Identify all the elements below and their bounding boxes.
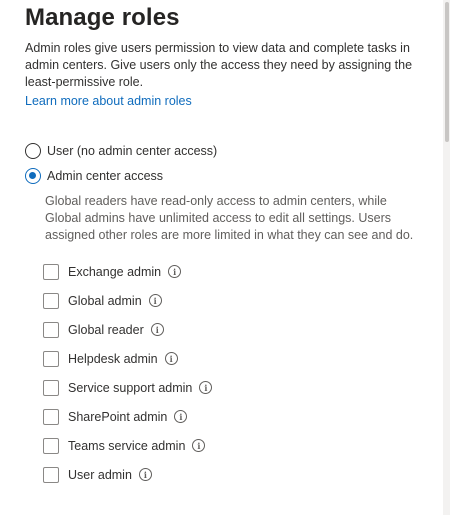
info-icon[interactable]: i [174, 410, 188, 423]
scrollbar[interactable] [443, 0, 450, 515]
role-sharepoint-admin[interactable]: SharePoint admin i [43, 407, 188, 426]
info-icon[interactable]: i [199, 381, 213, 394]
radio-user-no-admin[interactable]: User (no admin center access) [25, 141, 217, 161]
info-icon[interactable]: i [148, 294, 162, 307]
checkbox[interactable] [43, 379, 59, 396]
role-global-admin[interactable]: Global admin i [43, 291, 162, 310]
checkbox[interactable] [43, 466, 59, 483]
info-icon[interactable]: i [192, 439, 206, 452]
radio-label: User (no admin center access) [47, 144, 218, 158]
description-text: Admin roles give users permission to vie… [25, 41, 413, 89]
role-label: Teams service admin [68, 438, 186, 453]
role-label: Exchange admin [68, 264, 162, 279]
radio-button[interactable] [25, 143, 41, 159]
role-label: Helpdesk admin [68, 351, 158, 366]
role-label: SharePoint admin [68, 409, 168, 424]
role-user-admin[interactable]: User admin i [43, 465, 152, 484]
role-teams-service-admin[interactable]: Teams service admin i [43, 436, 206, 455]
checkbox[interactable] [43, 408, 59, 425]
checkbox[interactable] [43, 292, 59, 309]
role-global-reader[interactable]: Global reader i [43, 320, 164, 339]
checkbox[interactable] [43, 263, 59, 280]
roles-help-text: Global readers have read-only access to … [45, 194, 414, 242]
info-icon[interactable]: i [168, 265, 182, 278]
role-label: User admin [68, 467, 132, 482]
checkbox[interactable] [43, 437, 59, 454]
learn-more-link[interactable]: Learn more about admin roles [25, 94, 192, 108]
info-icon[interactable]: i [164, 352, 178, 365]
role-service-support-admin[interactable]: Service support admin i [43, 378, 213, 397]
page-title: Manage roles [25, 4, 180, 31]
radio-label: Admin center access [47, 169, 164, 183]
role-label: Global reader [68, 322, 144, 337]
checkbox[interactable] [43, 321, 59, 338]
info-icon[interactable]: i [138, 468, 152, 481]
role-label: Service support admin [68, 380, 193, 395]
role-helpdesk-admin[interactable]: Helpdesk admin i [43, 349, 178, 368]
radio-admin-center-access[interactable]: Admin center access [25, 166, 163, 186]
checkbox[interactable] [43, 350, 59, 367]
scrollbar-thumb[interactable] [445, 2, 449, 142]
manage-roles-panel: Manage roles Admin roles give users perm… [0, 0, 443, 515]
role-label: Global admin [68, 293, 142, 308]
radio-button-selected[interactable] [25, 168, 41, 184]
info-icon[interactable]: i [150, 323, 164, 336]
role-exchange-admin[interactable]: Exchange admin i [43, 262, 182, 281]
